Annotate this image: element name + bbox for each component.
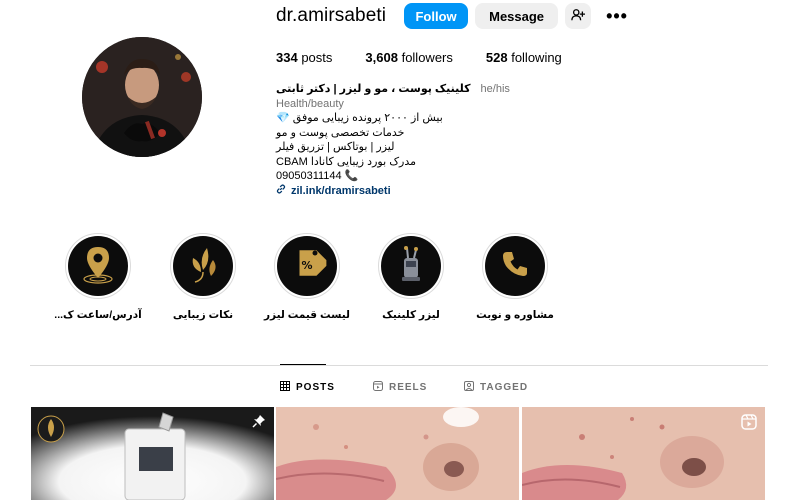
bio-line-2-text: خدمات تخصصی پوست و مو (276, 126, 405, 139)
profile-header: dr.amirsabeti Follow Message ••• (276, 3, 628, 29)
category: Health/beauty (276, 97, 344, 110)
profile-stats: 334 posts 3,608 followers 528 following (276, 50, 595, 65)
highlight-label: لیزر کلینیک (382, 309, 440, 321)
laser-machine-icon (389, 242, 433, 291)
profile-bio: کلینیک پوست ، مو و لیزر | دکتر ثابتی he/… (276, 82, 576, 198)
post-tile-1[interactable] (31, 407, 274, 500)
bio-line-4: مدرک بورد زیبایی کانادا CBAM (276, 155, 576, 170)
message-button[interactable]: Message (475, 3, 559, 29)
highlight-circle (381, 236, 441, 296)
tab-posts-label: POSTS (296, 382, 335, 393)
post-image (31, 407, 274, 500)
highlight-ring (65, 233, 131, 299)
tab-reels[interactable]: REELS (373, 381, 427, 394)
post-tile-3[interactable] (522, 407, 765, 500)
avatar-image (82, 37, 202, 157)
highlight-circle (485, 236, 545, 296)
followers-label: followers (401, 50, 453, 65)
highlight-ring (170, 233, 236, 299)
bio-phone: 09050311144 📞 (276, 169, 576, 184)
profile-avatar[interactable] (82, 37, 202, 157)
active-tab-indicator (280, 364, 326, 365)
highlight-circle (173, 236, 233, 296)
highlight-label: آدرس/ساعت ک... (54, 309, 142, 321)
post-image (522, 407, 765, 500)
posts-count: 334 (276, 50, 298, 65)
bio-line-1: 💎 بیش از ۲۰۰۰ پرونده زیبایی موفق (276, 111, 576, 126)
bio-line-1-text: بیش از ۲۰۰۰ پرونده زیبایی موفق (292, 112, 443, 124)
bio-line-3: لیزر | بوتاکس | تزریق فیلر (276, 140, 576, 155)
pronouns: he/his (480, 83, 510, 95)
highlight-ring (482, 233, 548, 299)
bio-line-3-text: لیزر | بوتاکس | تزریق فیلر (276, 141, 395, 153)
add-person-icon (571, 8, 586, 25)
link-text: zil.ink/dramirsabeti (291, 184, 391, 197)
following-label: following (511, 50, 562, 65)
suggested-accounts-button[interactable] (565, 3, 592, 29)
tabs-divider (30, 365, 768, 366)
following-count: 528 (485, 50, 508, 65)
phone-number: 09050311144 (276, 170, 342, 182)
phone-icon (495, 244, 535, 289)
highlight-laser-prices[interactable]: % لیست قیمت لیزر (252, 233, 362, 321)
highlight-beauty-tips[interactable]: نکات زیبایی (148, 233, 258, 321)
leaf-face-icon (181, 242, 225, 291)
highlight-circle (68, 236, 128, 296)
post-image (276, 407, 519, 500)
highlight-label: لیست قیمت لیزر (264, 309, 350, 321)
tab-tagged-label: TAGGED (480, 382, 529, 393)
highlight-ring (378, 233, 444, 299)
highlight-ring: % (274, 233, 340, 299)
tab-posts[interactable]: POSTS (280, 381, 335, 394)
grid-icon (280, 381, 296, 394)
diamond-emoji: 💎 (276, 112, 290, 124)
username: dr.amirsabeti (276, 5, 387, 26)
follow-button[interactable]: Follow (404, 3, 469, 29)
tab-tagged[interactable]: TAGGED (464, 381, 528, 394)
location-pin-icon (75, 241, 121, 292)
pin-icon (252, 414, 266, 428)
bio-line-4-text: مدرک بورد زیبایی کانادا CBAM (276, 155, 417, 168)
highlight-consultation[interactable]: مشاوره و نوبت (460, 233, 570, 321)
following-stat[interactable]: 528 following (486, 50, 562, 65)
tab-reels-label: REELS (389, 382, 428, 393)
bio-line-2: خدمات تخصصی پوست و مو (276, 126, 576, 141)
link-icon (276, 183, 291, 199)
highlight-address[interactable]: آدرس/ساعت ک... (43, 233, 153, 321)
reel-icon (741, 414, 757, 430)
bio-link[interactable]: zil.ink/dramirsabeti (276, 183, 576, 199)
post-tile-2[interactable] (276, 407, 519, 500)
tagged-icon (464, 381, 480, 394)
followers-stat[interactable]: 3,608 followers (365, 50, 452, 65)
posts-stat: 334 posts (276, 50, 332, 65)
followers-count: 3,608 (365, 50, 398, 65)
posts-label: posts (301, 50, 333, 65)
price-tag-icon: % (285, 242, 329, 291)
highlight-label: نکات زیبایی (172, 309, 234, 321)
highlight-label: مشاوره و نوبت (476, 309, 554, 321)
more-options-button[interactable]: ••• (606, 3, 628, 29)
highlight-laser-clinic[interactable]: لیزر کلینیک (356, 233, 466, 321)
reels-icon (373, 381, 389, 394)
story-highlights: آدرس/ساعت ک... نکات زیبایی % لیست قیمت ل… (0, 233, 800, 333)
phone-emoji: 📞 (344, 170, 359, 182)
display-name: کلینیک پوست ، مو و لیزر | دکتر ثابتی (276, 83, 471, 95)
highlight-circle: % (277, 236, 337, 296)
svg-text:%: % (301, 259, 312, 272)
